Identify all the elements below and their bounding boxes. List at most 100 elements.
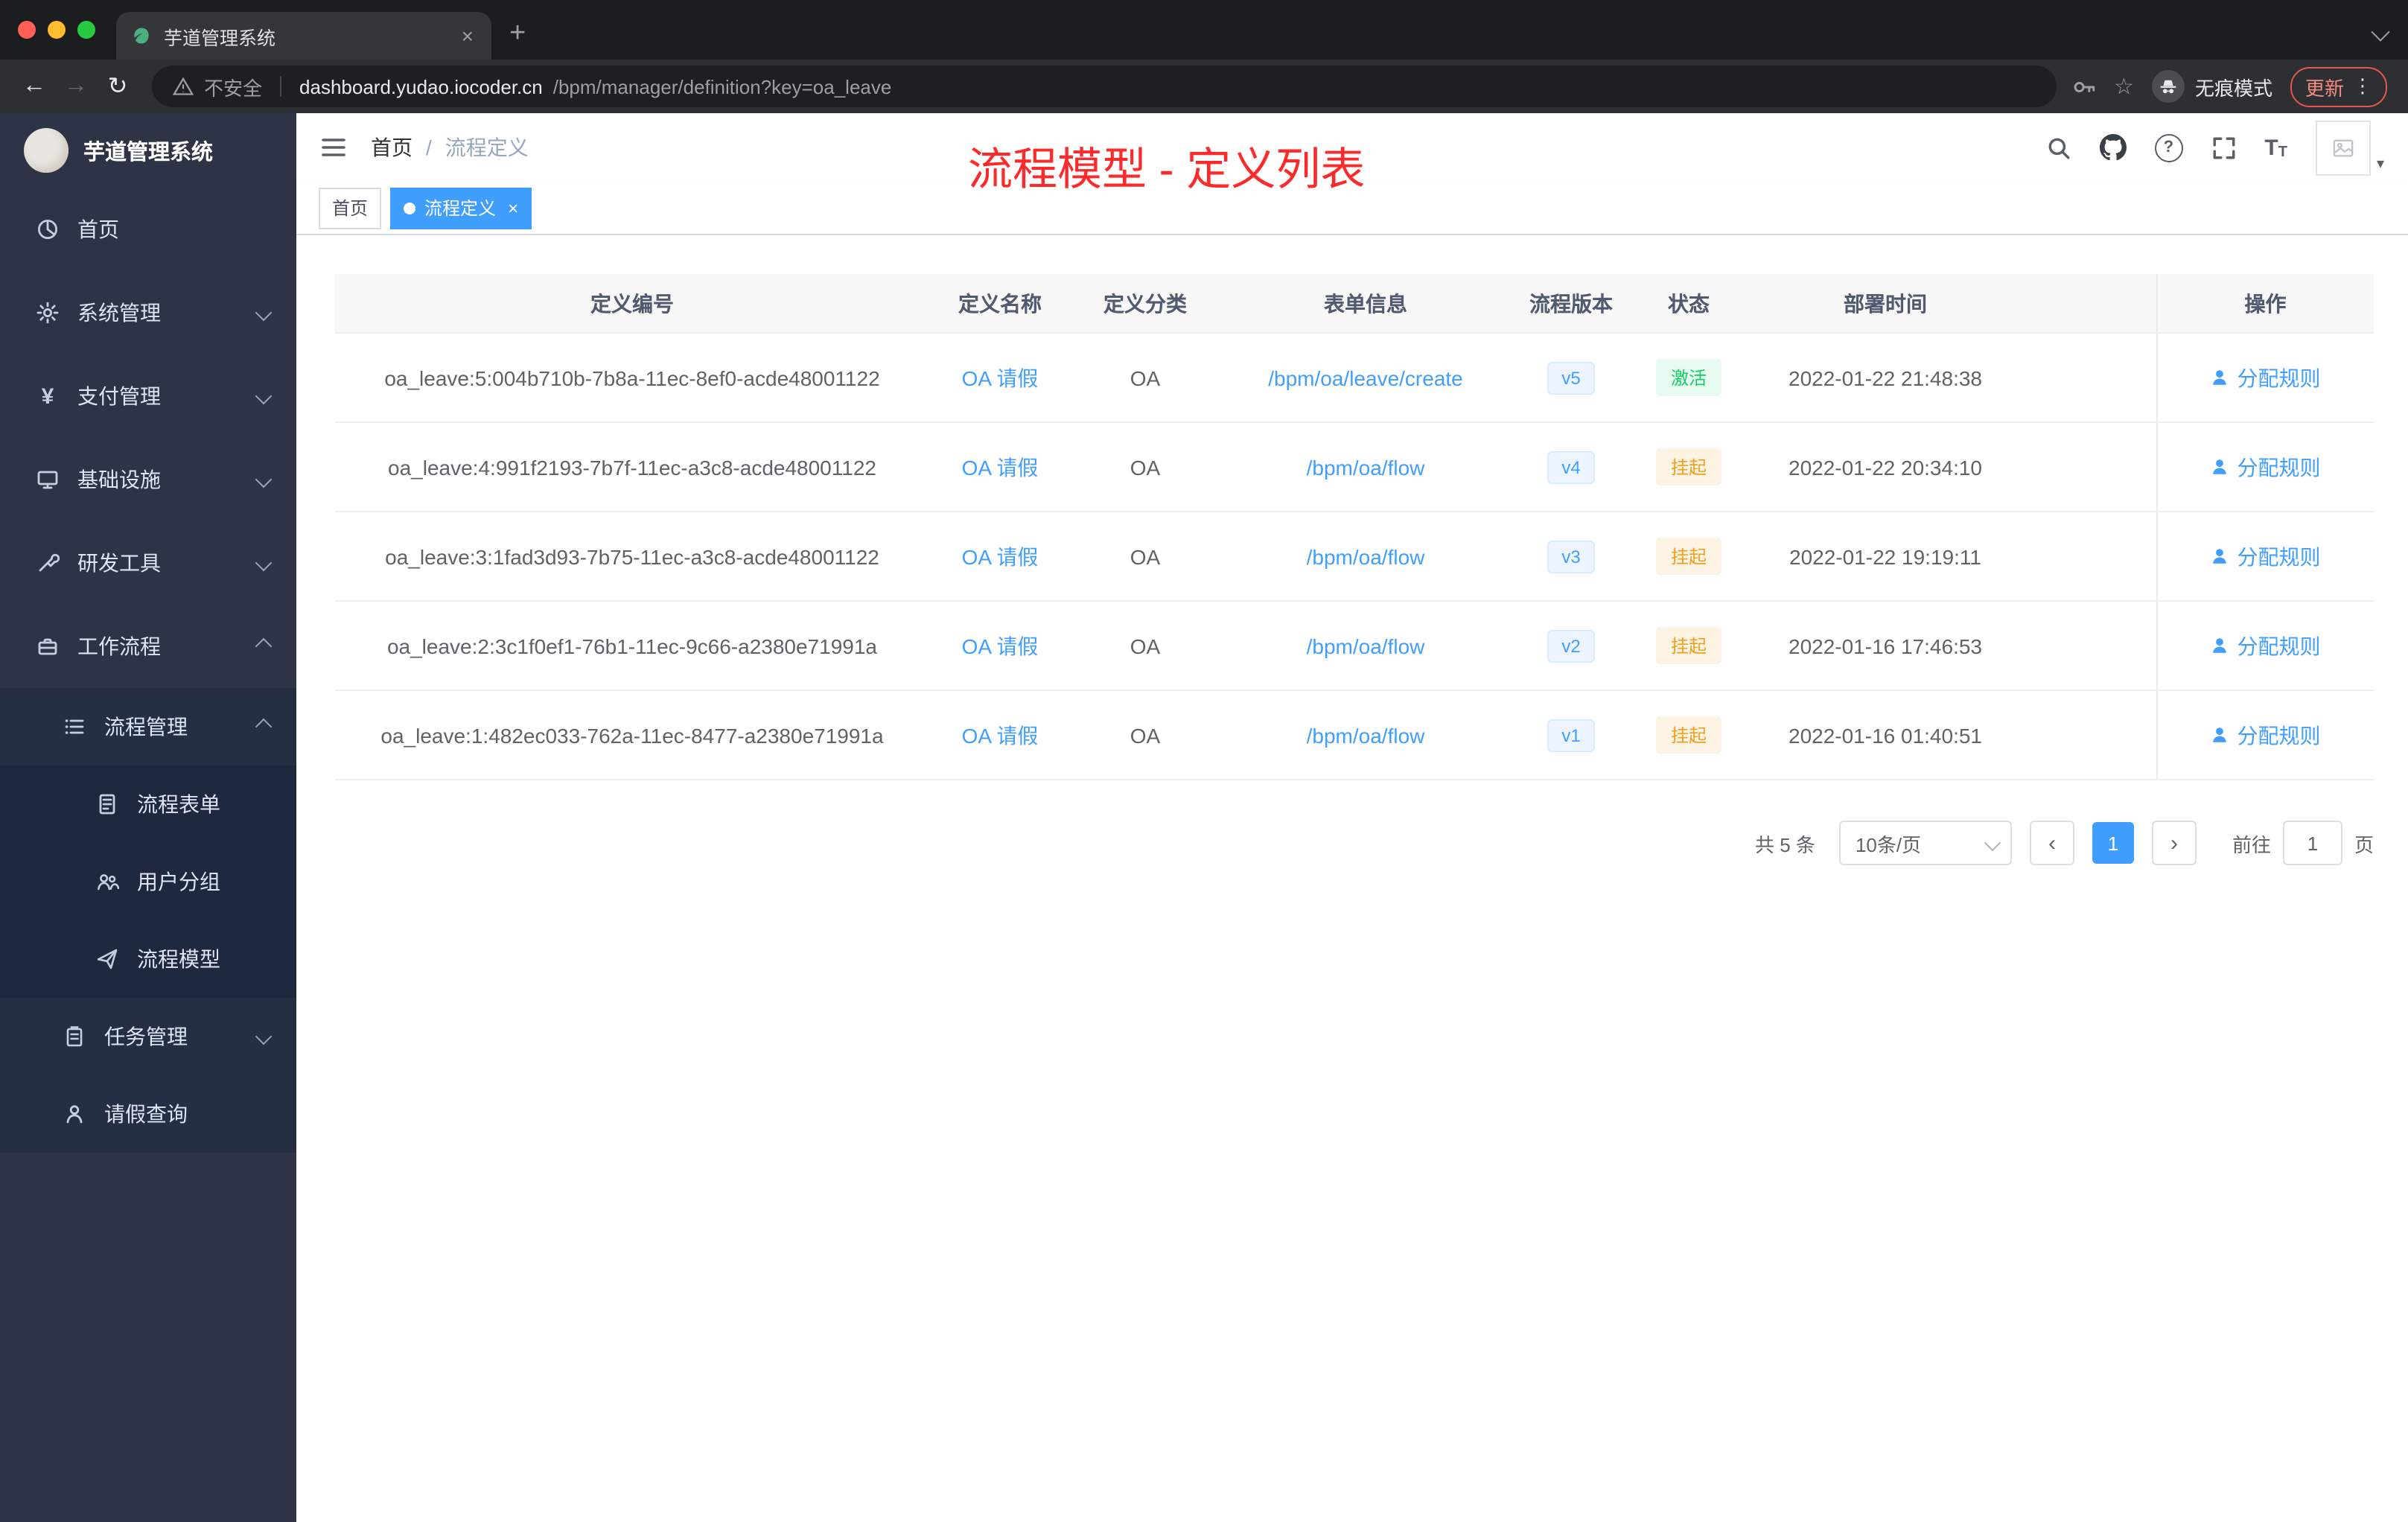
sidebar-item-system[interactable]: 系统管理 bbox=[0, 271, 296, 354]
definition-id: oa_leave:5:004b710b-7b8a-11ec-8ef0-acde4… bbox=[384, 366, 880, 389]
definition-id: oa_leave:4:991f2193-7b7f-11ec-a3c8-acde4… bbox=[388, 455, 876, 479]
browser-menu-icon[interactable]: ⋮ bbox=[2353, 74, 2372, 98]
chevron-down-icon bbox=[255, 387, 273, 405]
tag-close-icon[interactable]: × bbox=[508, 197, 518, 218]
definition-table: 定义编号 定义名称 定义分类 表单信息 流程版本 状态 部署时间 操作 oa_l… bbox=[335, 274, 2374, 780]
definition-name-link[interactable]: OA 请假 bbox=[962, 366, 1039, 389]
reload-button[interactable]: ↻ bbox=[98, 67, 137, 106]
back-button[interactable]: ← bbox=[15, 67, 54, 106]
breadcrumb-current: 流程定义 bbox=[445, 136, 529, 159]
help-icon[interactable]: ? bbox=[2154, 133, 2183, 162]
sidebar-item-process-model[interactable]: 流程模型 bbox=[0, 920, 296, 998]
avatar-image[interactable] bbox=[2315, 120, 2371, 175]
form-link[interactable]: /bpm/oa/flow bbox=[1307, 723, 1425, 747]
sidebar-item-workflow[interactable]: 工作流程 bbox=[0, 605, 296, 688]
sidebar-item-label: 流程表单 bbox=[137, 792, 220, 816]
sidebar-item-devtools[interactable]: 研发工具 bbox=[0, 521, 296, 605]
sidebar-item-process-management[interactable]: 流程管理 bbox=[0, 688, 296, 765]
sidebar-item-label: 系统管理 bbox=[77, 301, 161, 325]
hamburger-icon[interactable] bbox=[320, 134, 347, 161]
new-tab-button[interactable]: + bbox=[509, 18, 526, 51]
yen-icon: ¥ bbox=[41, 383, 54, 409]
status-badge: 挂起 bbox=[1655, 716, 1721, 754]
paper-plane-icon bbox=[97, 949, 118, 969]
breadcrumb-home[interactable]: 首页 bbox=[371, 133, 413, 162]
omnibox-divider bbox=[280, 76, 282, 97]
table-row: oa_leave:5:004b710b-7b8a-11ec-8ef0-acde4… bbox=[335, 333, 2374, 423]
github-icon[interactable] bbox=[2099, 134, 2127, 161]
browser-update-button[interactable]: 更新 ⋮ bbox=[2290, 66, 2387, 106]
sidebar-item-process-form[interactable]: 流程表单 bbox=[0, 765, 296, 843]
browser-tab[interactable]: 芋道管理系统 × bbox=[116, 12, 491, 60]
close-window-button[interactable] bbox=[18, 21, 36, 39]
bookmark-star-icon[interactable]: ☆ bbox=[2114, 73, 2134, 100]
col-deploy-time: 部署时间 bbox=[1747, 274, 2024, 334]
form-link[interactable]: /bpm/oa/leave/create bbox=[1268, 366, 1463, 389]
sidebar-item-infra[interactable]: 基础设施 bbox=[0, 438, 296, 521]
definition-category: OA bbox=[1130, 455, 1161, 479]
briefcase-icon bbox=[38, 638, 57, 655]
sidebar-item-payment[interactable]: ¥ 支付管理 bbox=[0, 354, 296, 438]
goto-page-input[interactable] bbox=[2282, 821, 2342, 865]
version-badge[interactable]: v4 bbox=[1547, 450, 1596, 483]
sidebar-logo[interactable]: 芋道管理系统 bbox=[0, 113, 296, 188]
tag-process-definition[interactable]: 流程定义 × bbox=[390, 187, 532, 229]
current-page-button[interactable]: 1 bbox=[2092, 822, 2134, 864]
definition-name-link[interactable]: OA 请假 bbox=[962, 634, 1039, 657]
font-size-icon[interactable]: TT bbox=[2264, 135, 2287, 160]
sidebar-item-label: 流程管理 bbox=[104, 715, 188, 739]
tag-label: 首页 bbox=[332, 198, 369, 219]
definition-id: oa_leave:2:3c1f0ef1-76b1-11ec-9c66-a2380… bbox=[386, 634, 877, 657]
table-header-row: 定义编号 定义名称 定义分类 表单信息 流程版本 状态 部署时间 操作 bbox=[335, 274, 2374, 334]
tab-search-icon[interactable] bbox=[2371, 22, 2390, 42]
definition-name-link[interactable]: OA 请假 bbox=[962, 455, 1039, 479]
user-avatar[interactable]: ▾ bbox=[2315, 120, 2384, 175]
form-link[interactable]: /bpm/oa/flow bbox=[1307, 455, 1425, 479]
assign-rule-button[interactable]: 分配规则 bbox=[2211, 363, 2321, 392]
assign-rule-button[interactable]: 分配规则 bbox=[2211, 541, 2321, 571]
sidebar-item-label: 请假查询 bbox=[104, 1102, 188, 1126]
form-link[interactable]: /bpm/oa/flow bbox=[1307, 634, 1425, 657]
assign-rule-button[interactable]: 分配规则 bbox=[2211, 452, 2321, 482]
not-secure-warning-icon bbox=[173, 77, 194, 95]
tab-close-icon[interactable]: × bbox=[459, 24, 477, 48]
next-page-button[interactable]: › bbox=[2151, 821, 2197, 865]
tag-home[interactable]: 首页 bbox=[319, 187, 382, 229]
version-badge[interactable]: v2 bbox=[1547, 629, 1596, 662]
page-size-select[interactable]: 10条/页 bbox=[1838, 821, 2012, 865]
col-definition-category: 定义分类 bbox=[1071, 274, 1220, 334]
col-form-info: 表单信息 bbox=[1220, 274, 1512, 334]
fullscreen-icon[interactable] bbox=[2211, 135, 2236, 160]
definition-category: OA bbox=[1130, 634, 1161, 657]
address-bar[interactable]: 不安全 dashboard.yudao.iocoder.cn/bpm/manag… bbox=[152, 66, 2057, 107]
header-actions: ? TT ▾ bbox=[2045, 120, 2384, 175]
sidebar-item-leave-query[interactable]: 请假查询 bbox=[0, 1075, 296, 1153]
zoom-window-button[interactable] bbox=[77, 21, 95, 39]
version-badge[interactable]: v5 bbox=[1547, 361, 1596, 394]
sidebar-item-home[interactable]: 首页 bbox=[0, 188, 296, 271]
assign-rule-button[interactable]: 分配规则 bbox=[2211, 720, 2321, 750]
sidebar-item-user-group[interactable]: 用户分组 bbox=[0, 843, 296, 920]
version-badge[interactable]: v3 bbox=[1547, 540, 1596, 573]
definition-name-link[interactable]: OA 请假 bbox=[962, 544, 1039, 568]
url-host: dashboard.yudao.iocoder.cn bbox=[299, 75, 543, 98]
forward-button[interactable]: → bbox=[57, 67, 95, 106]
update-label[interactable]: 更新 bbox=[2305, 72, 2344, 101]
col-filler bbox=[2024, 274, 2156, 334]
deploy-time: 2022-01-16 17:46:53 bbox=[1789, 634, 1982, 657]
search-icon[interactable] bbox=[2045, 135, 2071, 160]
version-badge[interactable]: v1 bbox=[1547, 719, 1596, 751]
incognito-badge: 无痕模式 bbox=[2151, 70, 2272, 103]
form-link[interactable]: /bpm/oa/flow bbox=[1307, 544, 1425, 568]
password-key-icon[interactable] bbox=[2071, 74, 2096, 99]
prev-page-button[interactable]: ‹ bbox=[2029, 821, 2074, 865]
breadcrumb-separator: / bbox=[426, 136, 432, 159]
definition-name-link[interactable]: OA 请假 bbox=[962, 723, 1039, 747]
sidebar-item-task-management[interactable]: 任务管理 bbox=[0, 998, 296, 1075]
window-controls bbox=[18, 21, 95, 39]
minimize-window-button[interactable] bbox=[48, 21, 66, 39]
gear-icon bbox=[36, 302, 59, 324]
security-label[interactable]: 不安全 bbox=[204, 72, 262, 101]
avatar-caret-icon[interactable]: ▾ bbox=[2377, 156, 2384, 175]
assign-rule-button[interactable]: 分配规则 bbox=[2211, 631, 2321, 660]
